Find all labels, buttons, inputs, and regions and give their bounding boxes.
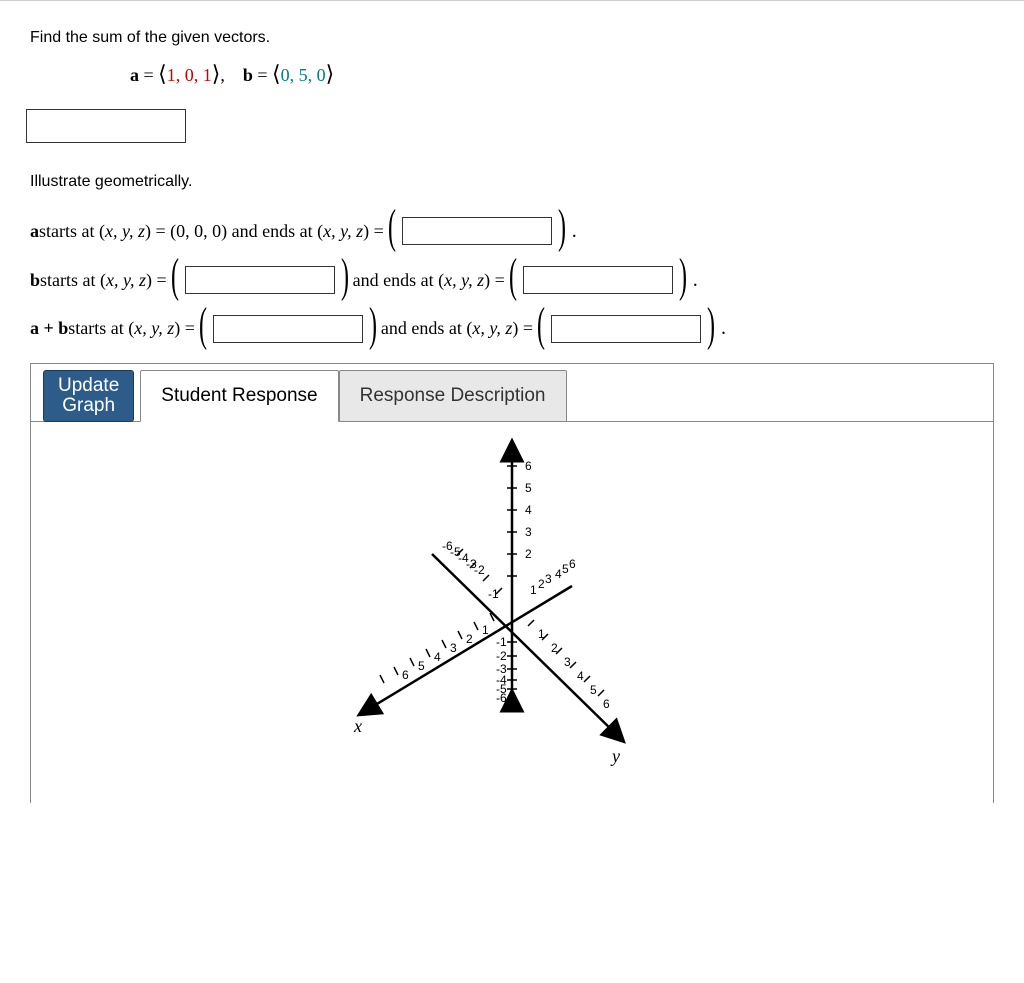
svg-text:5: 5 bbox=[525, 481, 532, 495]
svg-text:6: 6 bbox=[603, 697, 610, 711]
x-axis-label: x bbox=[353, 716, 362, 736]
y-axis-label: y bbox=[610, 746, 620, 766]
b-vector-row: b starts at (x, y, z) = ( ) and ends at … bbox=[30, 266, 994, 295]
svg-text:-2: -2 bbox=[496, 649, 507, 663]
svg-text:5: 5 bbox=[562, 562, 569, 576]
svg-text:6: 6 bbox=[402, 668, 409, 682]
ab-end-input[interactable] bbox=[551, 315, 701, 343]
vector-b-label: b bbox=[243, 65, 253, 85]
vector-equation: a = ⟨1, 0, 1⟩, b = ⟨0, 5, 0⟩ bbox=[30, 61, 994, 87]
vector-a-label: a bbox=[130, 65, 139, 85]
svg-text:5: 5 bbox=[418, 659, 425, 673]
b-start-input[interactable] bbox=[185, 266, 335, 294]
svg-text:3: 3 bbox=[564, 655, 571, 669]
svg-text:5: 5 bbox=[590, 683, 597, 697]
svg-text:4: 4 bbox=[525, 503, 532, 517]
tab-row: UpdateGraph Student Response Response De… bbox=[31, 364, 993, 422]
graph-panel: UpdateGraph Student Response Response De… bbox=[30, 363, 994, 803]
update-graph-button[interactable]: UpdateGraph bbox=[43, 370, 134, 422]
svg-text:3: 3 bbox=[450, 641, 457, 655]
svg-text:4: 4 bbox=[434, 650, 441, 664]
svg-text:6: 6 bbox=[525, 459, 532, 473]
svg-text:6: 6 bbox=[569, 557, 576, 571]
tab-student-response[interactable]: Student Response bbox=[140, 370, 338, 422]
update-graph-label: UpdateGraph bbox=[58, 376, 119, 418]
tab-response-description[interactable]: Response Description bbox=[339, 370, 567, 422]
ab-vector-row: a + b starts at (x, y, z) = ( ) and ends… bbox=[30, 315, 994, 344]
graph-area: 6 5 4 3 2 -1 -2 -3 -4 bbox=[31, 422, 993, 790]
b-end-input[interactable] bbox=[523, 266, 673, 294]
ab-start-input[interactable] bbox=[213, 315, 363, 343]
a-end-input[interactable] bbox=[402, 217, 552, 245]
svg-text:3: 3 bbox=[525, 525, 532, 539]
svg-text:4: 4 bbox=[555, 567, 562, 581]
svg-text:2: 2 bbox=[525, 547, 532, 561]
svg-text:-2: -2 bbox=[474, 563, 485, 577]
a-vector-row: a starts at (x, y, z) = (0, 0, 0) and en… bbox=[30, 217, 994, 246]
illustrate-heading: Illustrate geometrically. bbox=[30, 173, 994, 191]
sum-answer-input[interactable] bbox=[26, 109, 186, 143]
svg-text:-6: -6 bbox=[496, 691, 507, 705]
svg-text:2: 2 bbox=[538, 577, 545, 591]
svg-text:-1: -1 bbox=[496, 635, 507, 649]
svg-text:1: 1 bbox=[482, 623, 489, 637]
axes-3d-icon: 6 5 4 3 2 -1 -2 -3 -4 bbox=[312, 430, 712, 790]
svg-text:2: 2 bbox=[466, 632, 473, 646]
svg-text:1: 1 bbox=[530, 583, 537, 597]
svg-text:3: 3 bbox=[545, 572, 552, 586]
prompt-text: Find the sum of the given vectors. bbox=[30, 29, 994, 47]
svg-text:-1: -1 bbox=[488, 587, 499, 601]
svg-text:4: 4 bbox=[577, 669, 584, 683]
